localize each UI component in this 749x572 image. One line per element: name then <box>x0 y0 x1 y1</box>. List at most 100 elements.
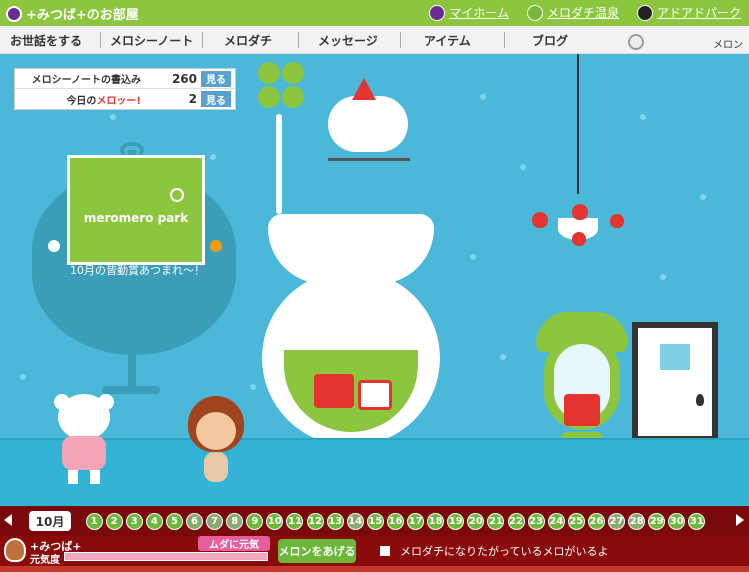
tv-base <box>102 386 160 394</box>
calendar-day-number: 26 <box>587 512 605 530</box>
calendar-day-number: 17 <box>407 512 425 530</box>
note-count-label: メロシーノートの書込み <box>31 75 141 86</box>
calendar-day-number: 1 <box>85 512 103 530</box>
melon-icon <box>628 34 644 50</box>
calendar-day[interactable]: 2 <box>104 511 124 531</box>
calendar-day-number: 30 <box>668 512 686 530</box>
message-checkbox[interactable] <box>380 546 390 556</box>
calendar-day[interactable]: 27 <box>606 511 626 531</box>
mero-face-icon <box>429 4 446 21</box>
note-count-row: メロシーノートの書込み 260 見る <box>15 69 235 89</box>
today-view-button[interactable]: 見る <box>201 91 231 107</box>
condition-bar <box>64 552 268 561</box>
nav-message[interactable]: メッセージ <box>318 32 378 49</box>
bear-character[interactable] <box>54 394 114 486</box>
calendar-day[interactable]: 12 <box>305 511 325 531</box>
calendar-day-number: 19 <box>447 512 465 530</box>
calendar-day[interactable]: 11 <box>285 511 305 531</box>
today-count-row: 今日のメロッー! 2 見る <box>15 89 235 109</box>
calendar-day[interactable]: 24 <box>546 511 566 531</box>
wall-dot <box>210 154 216 160</box>
calendar-day[interactable]: 9 <box>245 511 265 531</box>
cloud-character[interactable] <box>328 78 408 152</box>
chestnut-character[interactable] <box>188 396 244 488</box>
my-home-link[interactable]: マイホーム <box>429 4 509 21</box>
calendar-day-number: 8 <box>226 512 244 530</box>
note-count-value: 260 <box>171 71 197 86</box>
clover-icon <box>258 62 304 108</box>
onsen-link[interactable]: メロダチ温泉 <box>526 4 619 21</box>
today-count-label: 今日のメロッー! <box>15 92 145 107</box>
wall-dot <box>480 94 486 100</box>
next-arrow-icon[interactable] <box>736 514 744 526</box>
calendar-day-number: 27 <box>607 512 625 530</box>
calendar-day[interactable]: 29 <box>647 511 667 531</box>
calendar-day[interactable]: 28 <box>627 511 647 531</box>
calendar-day[interactable]: 15 <box>365 511 385 531</box>
calendar-day[interactable]: 7 <box>205 511 225 531</box>
calendar-day-number: 9 <box>246 512 264 530</box>
calendar-day[interactable]: 5 <box>164 511 184 531</box>
calendar-day[interactable]: 13 <box>325 511 345 531</box>
onsen-label: メロダチ温泉 <box>546 6 619 20</box>
today-prefix: 今日の <box>66 95 97 107</box>
calendar-day[interactable]: 20 <box>466 511 486 531</box>
calendar-day[interactable]: 23 <box>526 511 546 531</box>
friend-request-message[interactable]: メロダチになりたがっているメロがいるよ <box>400 543 608 559</box>
month-button[interactable]: 10月 <box>29 511 71 531</box>
calendar-days: 1 2 3 4 5 6 7 8 9 10 11 12 13 14 15 16 17 18 19 20 21 22 23 24 2… <box>84 511 707 531</box>
nav-item[interactable]: アイテム <box>424 32 471 49</box>
calendar-day-number: 18 <box>427 512 445 530</box>
calendar-day[interactable]: 10 <box>265 511 285 531</box>
calendar-day[interactable]: 21 <box>486 511 506 531</box>
calendar-day[interactable]: 1 <box>84 511 104 531</box>
nav-blog[interactable]: ブログ <box>532 32 568 49</box>
door[interactable] <box>632 322 718 442</box>
room-scene: メロシーノートの書込み 260 見る 今日のメロッー! 2 見る meromer… <box>0 54 749 506</box>
calendar-day[interactable]: 25 <box>566 511 586 531</box>
nav-note[interactable]: メロシーノート <box>110 32 193 49</box>
nav-care[interactable]: お世話をする <box>10 32 82 49</box>
nav-separator <box>298 32 299 48</box>
avatar[interactable] <box>4 538 26 562</box>
adpark-link[interactable]: アドアドパーク <box>636 4 741 21</box>
strawberry-plant-icon[interactable] <box>532 204 624 254</box>
wall-dot <box>20 374 26 380</box>
calendar-day[interactable]: 4 <box>144 511 164 531</box>
calendar-day[interactable]: 22 <box>506 511 526 531</box>
tv-screen[interactable]: meromero park <box>67 155 205 265</box>
user-label: メロン <box>713 40 743 51</box>
calendar-day-number: 25 <box>567 512 585 530</box>
tv-speaker-icon <box>48 240 60 252</box>
flower-stem <box>276 114 282 214</box>
calendar-day[interactable]: 14 <box>345 511 365 531</box>
tv-brand: meromero park <box>83 211 189 225</box>
note-view-button[interactable]: 見る <box>201 70 231 87</box>
calendar-day-number: 12 <box>306 512 324 530</box>
give-melon-button[interactable]: メロンをあげる <box>278 539 356 563</box>
calendar-day-number: 31 <box>688 512 706 530</box>
my-home-label: マイホーム <box>449 6 509 20</box>
calendar-day[interactable]: 3 <box>124 511 144 531</box>
door-handle-icon <box>696 394 704 406</box>
calendar-bar: 10月 1 2 3 4 5 6 7 8 9 10 11 12 13 14 15 16 17 18 19 20 21 22 2… <box>0 506 749 536</box>
calendar-day[interactable]: 26 <box>586 511 606 531</box>
calendar-day[interactable]: 8 <box>225 511 245 531</box>
prev-arrow-icon[interactable] <box>4 514 12 526</box>
nav-separator <box>400 32 401 48</box>
adpark-label: アドアドパーク <box>656 6 741 20</box>
vase-bottom[interactable] <box>262 270 440 446</box>
nav-separator <box>202 32 203 48</box>
calendar-day[interactable]: 19 <box>446 511 466 531</box>
calendar-day[interactable]: 16 <box>385 511 405 531</box>
calendar-day[interactable]: 6 <box>184 511 204 531</box>
calendar-day[interactable]: 17 <box>406 511 426 531</box>
calendar-day[interactable]: 18 <box>426 511 446 531</box>
calendar-day-number: 6 <box>186 512 204 530</box>
tv-knob-icon[interactable] <box>210 240 222 252</box>
calendar-day-number: 13 <box>326 512 344 530</box>
calendar-day-number: 5 <box>165 512 183 530</box>
calendar-day[interactable]: 31 <box>687 511 707 531</box>
nav-friends[interactable]: メロダチ <box>224 32 272 49</box>
calendar-day[interactable]: 30 <box>667 511 687 531</box>
